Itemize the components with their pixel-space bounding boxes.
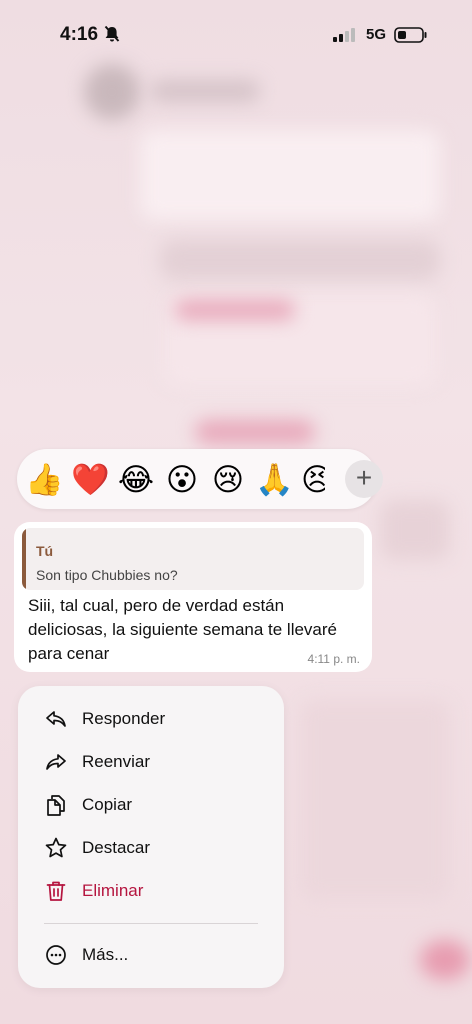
menu-item-label: Copiar (82, 795, 133, 814)
menu-item-star[interactable]: Destacar (18, 828, 284, 868)
thumbs-up-reaction[interactable]: 👍 (25, 461, 64, 499)
bell-muted-icon (104, 25, 120, 48)
menu-item-label: Más... (82, 945, 129, 964)
heart-reaction[interactable]: ❤️ (71, 461, 110, 499)
battery-icon (394, 27, 428, 48)
blurred-contact-name (150, 80, 260, 102)
message-context-menu: Responder Reenviar Copiar Destacar Elimi… (18, 686, 284, 988)
blurred-send-button (420, 940, 470, 980)
menu-item-label: Destacar (82, 838, 151, 857)
persevering-face-reaction[interactable]: 😣 (301, 461, 325, 499)
star-icon (44, 836, 68, 860)
menu-item-delete[interactable]: Eliminar (18, 871, 284, 911)
trash-icon (44, 879, 68, 903)
blurred-highlight (175, 300, 295, 320)
forward-icon (44, 750, 68, 774)
blurred-bubble (140, 130, 440, 220)
quote-accent-bar (22, 528, 26, 590)
copy-icon (44, 793, 68, 817)
menu-item-label: Reenviar (82, 752, 151, 771)
menu-item-label: Eliminar (82, 881, 144, 900)
blurred-bubble (380, 500, 450, 560)
blurred-bubble (300, 700, 450, 900)
praying-hands-reaction[interactable]: 🙏 (255, 461, 294, 499)
more-icon (44, 943, 68, 967)
blurred-bubble (160, 240, 440, 280)
status-time: 4:16 (60, 24, 99, 45)
quote-author: Tú (36, 543, 54, 559)
blurred-avatar (84, 64, 140, 120)
menu-divider (44, 923, 258, 924)
quote-text: Son tipo Chubbies no? (36, 567, 178, 583)
crying-reaction[interactable]: 😢 (209, 461, 247, 499)
laughing-reaction[interactable]: 😂 (117, 461, 155, 499)
message-timestamp: 4:11 p. m. (307, 652, 360, 666)
status-bar: 4:16 5G (0, 0, 472, 70)
selected-message-bubble: Tú Son tipo Chubbies no? Siii, tal cual,… (14, 522, 372, 672)
surprised-reaction[interactable]: 😮 (163, 461, 201, 499)
menu-item-reply[interactable]: Responder (18, 699, 284, 739)
menu-item-forward[interactable]: Reenviar (18, 742, 284, 782)
menu-item-more[interactable]: Más... (18, 935, 284, 975)
signal-icon (333, 28, 357, 47)
more-reactions-button[interactable]: + (345, 460, 383, 498)
reaction-picker: 👍 ❤️ 😂 😮 😢 🙏 😣 + (17, 449, 383, 509)
menu-item-label: Responder (82, 709, 166, 728)
menu-item-copy[interactable]: Copiar (18, 785, 284, 825)
blurred-highlight (195, 420, 315, 444)
quoted-reply[interactable]: Tú Son tipo Chubbies no? (22, 528, 364, 590)
network-label: 5G (366, 26, 387, 43)
reply-icon (44, 707, 68, 731)
